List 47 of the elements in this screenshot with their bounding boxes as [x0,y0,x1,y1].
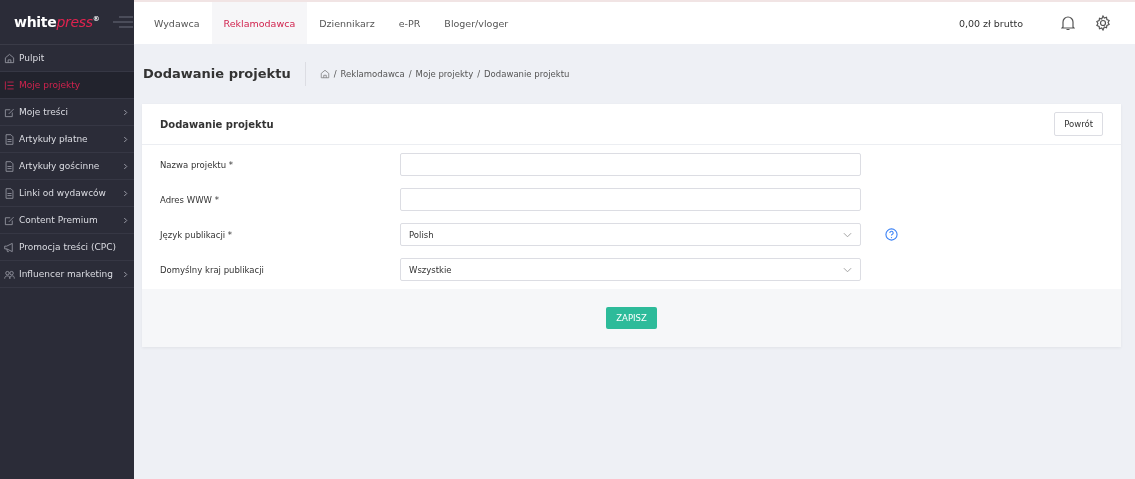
select-field[interactable]: Polish [400,223,861,246]
help-icon[interactable] [885,228,898,241]
breadcrumb-separator: / [477,69,481,79]
home-icon [4,52,15,64]
tab[interactable]: Bloger/vloger [432,2,521,44]
field-label: Adres WWW * [160,194,220,205]
document-icon [4,187,15,199]
select-field[interactable]: Wszystkie [400,258,861,281]
sidebar-item[interactable]: Influencer marketing [0,261,134,288]
tab[interactable]: Dziennikarz [307,2,387,44]
sidebar-item[interactable]: Artykuły płatne [0,126,134,153]
tab[interactable]: Reklamodawca [211,2,308,44]
document-icon [4,160,15,172]
field-label: Język publikacji * [160,229,234,240]
document-icon [4,133,15,145]
tab[interactable]: Wydawca [142,2,212,44]
menu-icon[interactable] [113,16,134,28]
sidebar-item[interactable]: Content Premium [0,207,134,234]
tab[interactable]: e-PR [386,2,433,44]
edit-icon [4,214,15,226]
caret-icon [843,266,852,273]
people-icon [4,268,15,280]
bell-icon[interactable] [1061,15,1075,31]
breadcrumb-separator: / [333,69,337,79]
page-title: Dodawanie projektu [143,62,306,86]
field-label: Domyślny kraj publikacji [160,264,265,275]
input-field[interactable] [400,153,861,176]
list-icon [4,79,15,91]
home-icon[interactable] [319,69,330,79]
breadcrumb-separator: / [408,69,412,79]
back-button[interactable]: Powrót [1054,112,1103,136]
sidebar-item[interactable]: Promocja treści (CPC) [0,234,134,261]
edit-icon [4,106,15,118]
breadcrumb-item: Dodawanie projektu [484,69,570,79]
logo[interactable]: whitepress$^{®}$ [14,14,100,30]
caret-icon [843,231,852,238]
sidebar-item[interactable]: Linki od wydawców [0,180,134,207]
sidebar-item[interactable]: Moje treści [0,99,134,126]
settings-icon[interactable] [1095,15,1111,31]
balance-text: 0,00 zł brutto [958,17,1023,29]
breadcrumb-item[interactable]: Moje projekty [415,69,474,79]
breadcrumb-item[interactable]: Reklamodawca [340,69,405,79]
megaphone-icon [4,241,15,253]
field-label: Nazwa projektu * [160,159,234,170]
input-field[interactable] [400,188,861,211]
sidebar-item[interactable]: Artykuły gościnne [0,153,134,180]
card-title: Dodawanie projektu [160,118,274,130]
